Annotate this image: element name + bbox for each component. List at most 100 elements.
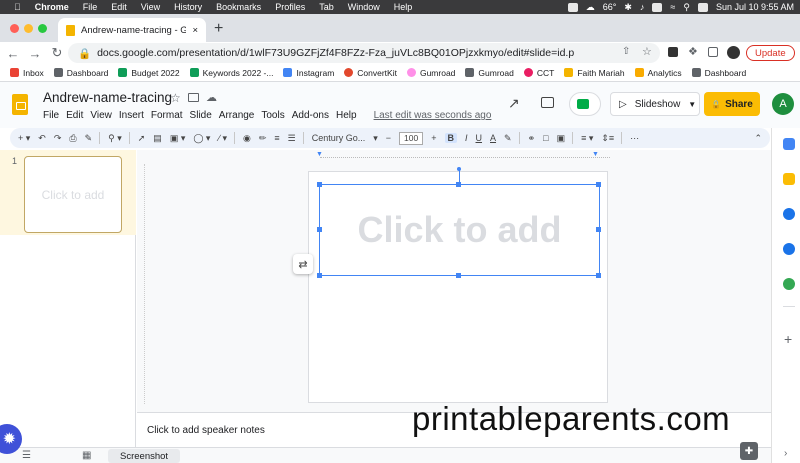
apple-icon[interactable]:  [14,2,21,12]
bookmark-cct[interactable]: CCT [523,68,554,78]
comment-add-icon[interactable]: □ [543,133,548,143]
text-color-icon[interactable]: A [490,133,496,143]
menubar-window[interactable]: Window [348,2,380,12]
url-text[interactable]: docs.google.com/presentation/d/1wlF73U9G… [97,47,574,59]
underline-icon[interactable]: U [476,133,483,143]
new-tab-button[interactable]: + [214,20,223,38]
vertical-ruler[interactable] [141,164,145,404]
address-bar[interactable]: 🔒 docs.google.com/presentation/d/1wlF73U… [68,43,660,63]
fill-color-icon[interactable]: ◉ [243,133,251,144]
increase-font-icon[interactable]: + [431,133,436,143]
account-avatar[interactable]: A [772,93,794,115]
menu-add-ons[interactable]: Add-ons [292,110,329,121]
clock[interactable]: Sun Jul 10 9:55 AM [716,2,794,12]
extension-m-icon[interactable] [668,47,678,57]
maps-icon[interactable] [783,278,795,290]
menubar-help[interactable]: Help [394,2,413,12]
close-tab-icon[interactable]: × [192,25,198,36]
contacts-icon[interactable] [783,243,795,255]
link-icon[interactable]: ⚭ [528,133,536,144]
title-placeholder[interactable]: Click to add [319,184,600,276]
grid-view-icon[interactable]: ▦ [82,450,91,461]
zoom-icon[interactable]: ⚲ ▾ [108,133,122,144]
highlight-icon[interactable]: ✎ [504,133,512,144]
menubar-view[interactable]: View [141,2,160,12]
menu-arrange[interactable]: Arrange [219,110,255,121]
menu-slide[interactable]: Slide [190,110,212,121]
weather-temp[interactable]: 66° [603,2,617,12]
update-button[interactable]: Update [746,45,795,61]
font-select[interactable]: Century Go... [312,133,366,143]
share-button[interactable]: 🔒 Share [704,92,760,116]
collapse-toolbar-icon[interactable]: ⌃ [754,133,762,144]
control-center-icon[interactable] [697,2,708,12]
battery-icon[interactable] [652,2,663,12]
bookmark-gumroad[interactable]: Gumroad [406,68,455,78]
bookmark-dashboard-2[interactable]: Dashboard [691,68,746,78]
slide-thumbnail[interactable]: Click to add [24,156,122,233]
bluetooth-icon[interactable]: ✱ [624,2,632,13]
chevron-down-icon[interactable]: ▼ [688,100,702,109]
rotation-handle[interactable] [457,167,461,171]
select-icon[interactable]: ➚ [138,133,146,144]
horizontal-ruler[interactable]: ▼ ▼ [316,151,610,158]
print-icon[interactable]: ⎙ [69,133,76,144]
filmstrip-view-icon[interactable]: ☰ [22,450,31,461]
image-insert-icon[interactable]: ▣ [557,133,566,144]
slideshow-button[interactable]: ▷ Slideshow ▼ [610,92,700,116]
forward-icon[interactable]: → [26,46,44,61]
line-icon[interactable]: ∕ ▾ [218,133,227,144]
resize-handle[interactable] [456,273,461,278]
image-icon[interactable]: ▣ ▾ [170,133,186,144]
tasks-icon[interactable] [783,208,795,220]
bookmark-gumroad-2[interactable]: Gumroad [465,68,514,78]
resize-handle[interactable] [456,182,461,187]
new-slide-icon[interactable]: + ▾ [18,133,30,144]
bookmark-dashboard[interactable]: Dashboard [53,68,108,78]
star-icon[interactable]: ☆ [170,91,181,105]
bookmark-inbox[interactable]: Inbox [10,68,44,78]
meet-button[interactable] [569,92,601,116]
browser-tab[interactable]: Andrew-name-tracing - Googl × [58,18,206,42]
add-addon-icon[interactable]: + [784,331,792,347]
menu-format[interactable]: Format [151,110,183,121]
paint-format-icon[interactable]: ✎ [85,133,93,144]
calendar-icon[interactable] [783,138,795,150]
menu-insert[interactable]: Insert [119,110,144,121]
weather-icon[interactable]: ☁ [586,2,595,13]
wifi-icon[interactable]: ≈ [670,2,675,12]
close-window-icon[interactable] [10,24,19,33]
resize-handle[interactable] [317,273,322,278]
resize-handle[interactable] [317,227,322,232]
slide[interactable]: Click to add [308,167,608,403]
reload-icon[interactable]: ↻ [48,45,66,61]
bookmark-convertkit[interactable]: ConvertKit [344,68,397,78]
screenshot-button[interactable]: Screenshot [108,449,181,463]
indent-marker-icon[interactable]: ▼ [316,151,323,158]
back-icon[interactable]: ← [4,46,22,61]
format-options-icon[interactable]: ⇄ [293,254,313,274]
border-weight-icon[interactable]: ≡ [274,133,279,143]
bold-icon[interactable]: B [444,133,457,143]
decrease-font-icon[interactable]: − [386,133,391,143]
chevron-down-icon[interactable]: ▾ [373,133,378,144]
minimize-window-icon[interactable] [24,24,33,33]
extensions-puzzle-icon[interactable]: ❖ [688,45,698,58]
border-dash-icon[interactable]: ☰ [288,133,296,144]
search-icon[interactable]: ⚲ [683,2,690,13]
hide-panel-icon[interactable]: › [784,448,787,459]
menubar-bookmarks[interactable]: Bookmarks [216,2,261,12]
menu-tools[interactable]: Tools [261,110,284,121]
shape-icon[interactable]: ◯ ▾ [193,133,210,144]
menubar-app-name[interactable]: Chrome [35,2,69,12]
menubar-history[interactable]: History [174,2,202,12]
move-folder-icon[interactable] [188,93,199,102]
cloud-status-icon[interactable]: ☁ [206,91,217,104]
menubar-profiles[interactable]: Profiles [275,2,305,12]
line-spacing-icon[interactable]: ⇕≡ [601,133,614,144]
volume-icon[interactable]: ♪ [640,2,645,12]
bookmark-instagram[interactable]: Instagram [283,68,334,78]
redo-icon[interactable]: ↷ [54,133,62,144]
menu-help[interactable]: Help [336,110,357,121]
keep-icon[interactable] [783,173,795,185]
